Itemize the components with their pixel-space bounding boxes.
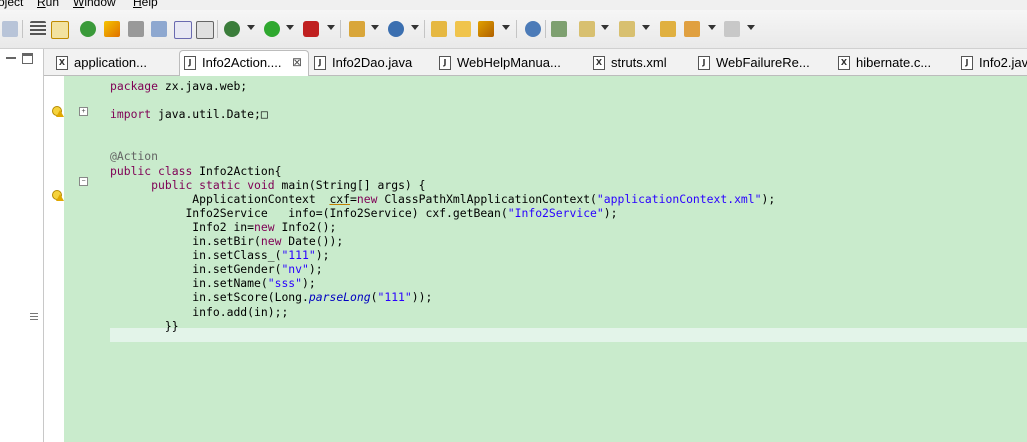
block-icon[interactable] [151,21,167,37]
tab-label: WebHelpManua... [457,55,561,70]
globe-icon[interactable] [525,21,541,37]
last-edit-icon[interactable] [660,21,676,37]
code-line-12: in.setBir(new Date()); [192,234,344,249]
tab-label: application... [74,55,147,70]
debug-icon[interactable] [224,21,240,37]
document-icon[interactable] [174,21,192,39]
menu-help[interactable]: Help [133,0,158,9]
code-line-6: @Action [110,149,159,164]
search-tool-icon[interactable] [551,21,567,37]
code-line-7: public class Info2Action{ [110,163,282,178]
paragraph-icon[interactable] [196,21,214,39]
java-file-icon: J [439,56,451,70]
java-file-icon: J [698,56,710,70]
next-annotation-icon[interactable] [80,21,96,37]
warning-icon[interactable] [52,106,64,118]
close-icon[interactable]: ⊠ [292,51,302,74]
code-line-10: Info2Service info=(Info2Service) cxf.get… [185,205,618,220]
tab-label: Info2Action.... [202,55,282,70]
menu-project[interactable]: oject [0,0,23,9]
tab-hibernate[interactable]: X hibernate.c... [834,51,944,74]
java-file-icon: J [184,56,196,70]
new-server-icon[interactable] [349,21,365,37]
tab-info2-java[interactable]: J Info2.java [957,51,1027,74]
forward-icon[interactable] [724,21,740,37]
next-edit-icon[interactable] [579,21,595,37]
warning-icon[interactable] [52,190,64,202]
toggle-mark-occurrences-icon[interactable] [51,21,69,39]
run-icon[interactable] [264,21,280,37]
tab-label: struts.xml [611,55,667,70]
prev-edit-icon[interactable] [619,21,635,37]
menu-window[interactable]: Window [73,0,116,9]
code-line-15: in.setName("sss"); [192,276,316,291]
code-area[interactable]: + − package zx.java.web; import java.uti… [64,76,1027,442]
tools-icon[interactable] [128,21,144,37]
tab-webhelpmanual[interactable]: J WebHelpManua... [435,51,570,74]
tab-label: Info2Dao.java [332,55,413,70]
code-line-3: import java.util.Date;□ [110,107,268,122]
code-line-17: info.add(in);; [192,304,289,319]
editor-tab-bar: X application... J Info2Action.... ⊠ J I… [44,49,1027,76]
vertical-ruler [44,76,64,442]
tab-label: WebFailureRe... [716,55,810,70]
toolbar [0,10,1027,49]
java-file-icon: J [314,56,326,70]
code-editor[interactable]: + − package zx.java.web; import java.uti… [44,76,1027,442]
expand-icon[interactable]: + [79,107,88,116]
tab-info2dao[interactable]: J Info2Dao.java [310,51,432,74]
pen-tool-icon[interactable] [478,21,494,37]
pen-icon[interactable] [104,21,120,37]
left-panel [0,49,44,442]
new-class-icon[interactable] [388,21,404,37]
code-line-13: in.setClass_("111"); [192,248,330,263]
xml-file-icon: X [593,56,605,70]
code-line-16: in.setScore(Long.parseLong("111")); [192,290,433,305]
tab-webfailure[interactable]: J WebFailureRe... [694,51,824,74]
code-line-9: ApplicationContext cxf=new ClassPathXmlA… [192,191,776,206]
code-line-14: in.setGender("nv"); [192,262,323,277]
java-file-icon: J [961,56,973,70]
open-type-icon[interactable] [431,21,447,37]
tab-application[interactable]: X application... [52,51,174,74]
drag-handle-icon[interactable] [30,313,38,322]
toggle-comment-icon[interactable] [30,21,46,37]
tab-struts-xml[interactable]: X struts.xml [589,51,699,74]
xml-file-icon: X [838,56,850,70]
open-folder-icon[interactable] [455,21,471,37]
code-line-11: Info2 in=new Info2(); [192,219,337,234]
code-line-1: package zx.java.web; [110,79,248,93]
minimize-icon[interactable] [6,57,16,59]
search-icon[interactable] [2,21,18,37]
tab-info2action[interactable]: J Info2Action.... ⊠ [179,50,309,76]
code-line-8: public static void main(String[] args) { [151,177,426,192]
tab-label: Info2.java [979,55,1027,70]
back-icon[interactable] [684,21,700,37]
code-line-18: } [164,318,172,333]
maximize-icon[interactable] [22,53,33,64]
menu-run[interactable]: Run [37,0,59,9]
menu-bar: oject Run Window Help [0,0,1027,10]
xml-file-icon: X [56,56,68,70]
tab-label: hibernate.c... [856,55,932,70]
collapse-icon[interactable]: − [79,177,88,186]
external-tools-icon[interactable] [303,21,319,37]
source-code[interactable]: package zx.java.web; import java.util.Da… [110,79,775,333]
